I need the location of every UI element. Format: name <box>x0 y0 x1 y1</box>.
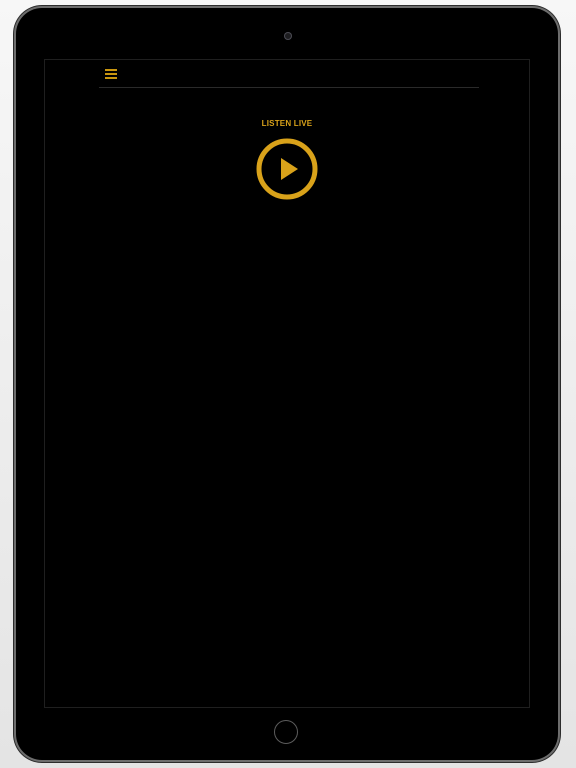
menu-line <box>105 73 117 75</box>
app-screen: LISTEN LIVE <box>44 59 530 708</box>
menu-line <box>105 69 117 71</box>
menu-line <box>105 77 117 79</box>
hamburger-menu-icon[interactable] <box>105 69 117 79</box>
top-navigation-bar <box>99 60 479 88</box>
home-button <box>274 720 298 744</box>
front-camera <box>284 32 292 40</box>
play-button[interactable] <box>256 138 318 200</box>
listen-live-label: LISTEN LIVE <box>261 119 313 128</box>
play-icon <box>256 138 318 200</box>
tablet-device-frame: LISTEN LIVE <box>16 8 558 760</box>
